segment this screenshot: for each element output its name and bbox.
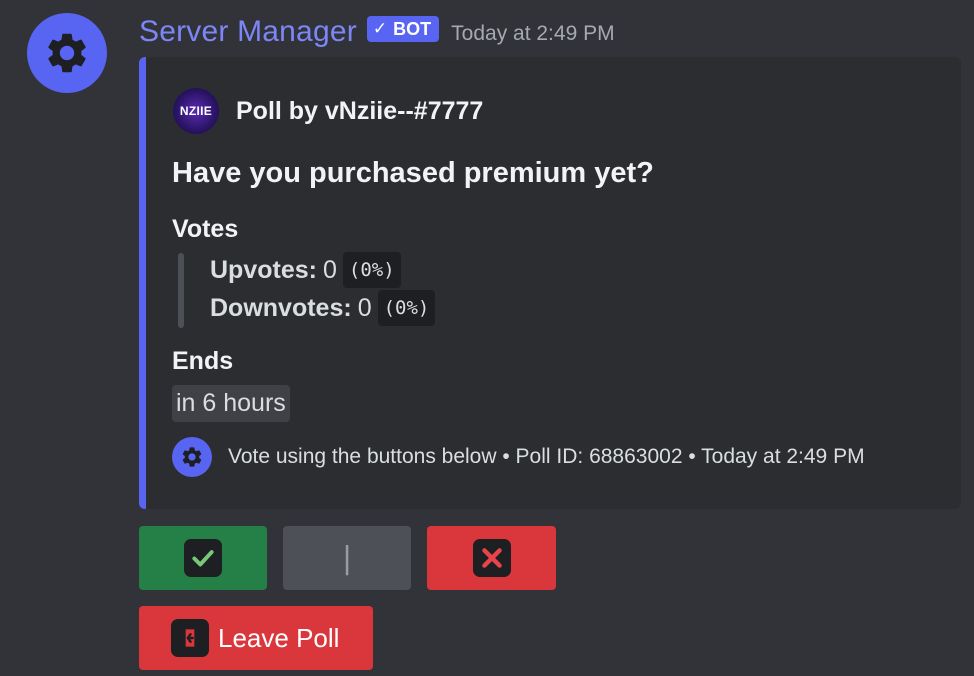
verified-check-icon: ✓	[372, 19, 388, 38]
ends-relative-time[interactable]: in 6 hours	[172, 385, 290, 422]
bot-tag-label: BOT	[393, 19, 432, 39]
bot-tag: ✓ BOT	[366, 16, 440, 42]
author-avatar-text: NZIIE	[179, 104, 213, 118]
emoji-frame	[472, 539, 511, 577]
upvotes-line: Upvotes: 0 (0%)	[210, 252, 401, 288]
exit-door-icon	[185, 629, 195, 647]
downvotes-count: 0	[357, 293, 372, 322]
emoji-frame	[171, 619, 209, 657]
upvotes-label: Upvotes:	[210, 255, 317, 284]
embed-author: NZIIE Poll by vNziie--#7777	[173, 88, 483, 134]
footer-avatar	[172, 437, 212, 477]
downvotes-label: Downvotes:	[210, 293, 352, 322]
upvote-button[interactable]	[139, 526, 267, 590]
author-avatar: NZIIE	[173, 88, 219, 134]
footer-text: Vote using the buttons below • Poll ID: …	[228, 445, 865, 468]
neutral-vote-button[interactable]: |	[283, 526, 411, 590]
poll-question: Have you purchased premium yet?	[172, 157, 654, 189]
leave-poll-button[interactable]: Leave Poll	[139, 606, 373, 670]
downvotes-percent: (0%)	[377, 290, 436, 326]
blockquote-bar	[178, 253, 184, 328]
check-mark-icon	[192, 550, 214, 567]
upvotes-count: 0	[322, 255, 337, 284]
votes-blockquote: Upvotes: 0 (0%) Downvotes: 0 (0%)	[172, 252, 572, 328]
neutral-bar-icon: |	[341, 540, 353, 576]
votes-field-name: Votes	[172, 215, 239, 243]
emoji-frame	[184, 539, 222, 577]
bot-message: Server Manager ✓ BOT Today at 2:49 PM NZ…	[0, 0, 974, 676]
cross-mark-icon	[481, 548, 502, 568]
message-header: Server Manager ✓ BOT Today at 2:49 PM	[139, 12, 615, 52]
poll-embed: NZIIE Poll by vNziie--#7777 Have you pur…	[139, 57, 961, 509]
message-timestamp[interactable]: Today at 2:49 PM	[451, 22, 614, 46]
gear-icon	[182, 447, 202, 467]
upvotes-percent: (0%)	[342, 252, 401, 288]
downvotes-line: Downvotes: 0 (0%)	[210, 290, 436, 326]
username[interactable]: Server Manager	[139, 15, 357, 49]
gear-icon	[48, 33, 86, 73]
embed-footer: Vote using the buttons below • Poll ID: …	[172, 437, 865, 477]
leave-poll-label: Leave Poll	[218, 622, 340, 653]
ends-field-name: Ends	[172, 347, 234, 375]
downvote-button[interactable]	[427, 526, 556, 590]
bot-avatar[interactable]	[27, 13, 107, 93]
author-name: Poll by vNziie--#7777	[236, 96, 484, 125]
